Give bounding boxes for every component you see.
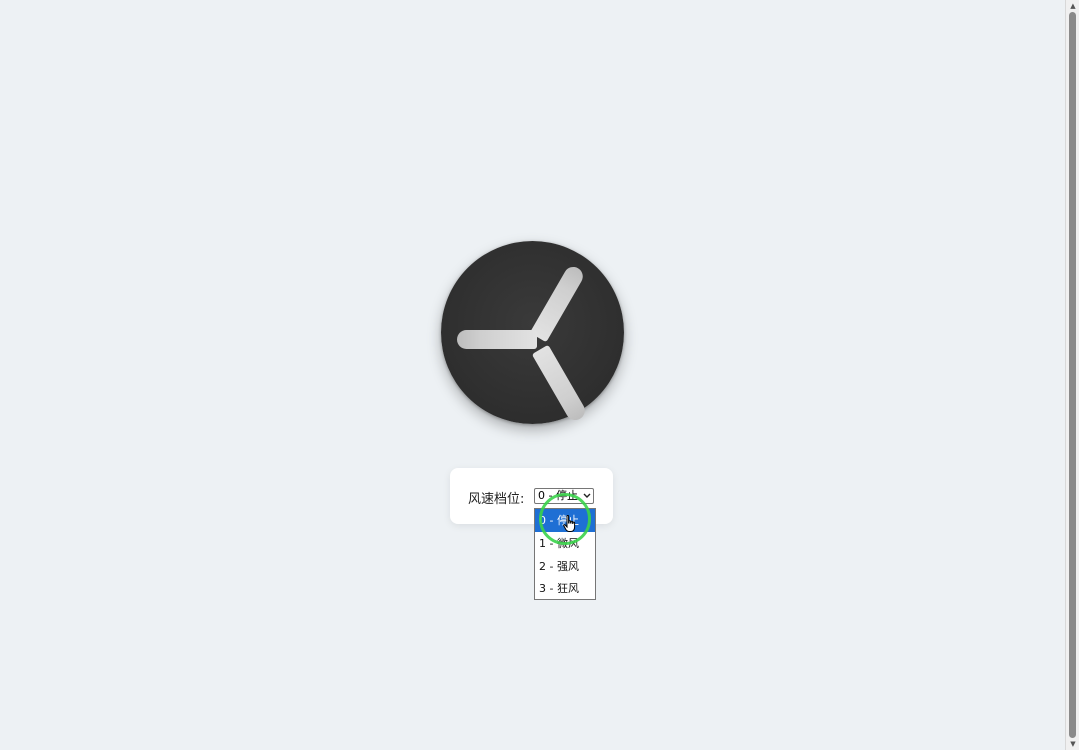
speed-label: 风速档位:: [468, 492, 525, 507]
fan-blade: [531, 344, 589, 424]
page-viewport: 风速档位: 0 - 停止 0 - 停止 1 - 微风 2 - 强风 3 - 狂风: [0, 0, 1065, 750]
scroll-up-arrow-icon[interactable]: ▲: [1068, 1, 1078, 11]
scroll-down-arrow-icon[interactable]: ▼: [1068, 739, 1078, 749]
hand-pointer-icon: [563, 515, 577, 533]
fan-blade: [457, 330, 537, 349]
fan-body: [441, 241, 624, 424]
fan-blade: [529, 263, 587, 343]
scrollbar-thumb[interactable]: [1069, 12, 1076, 738]
vertical-scrollbar[interactable]: ▲ ▼: [1065, 0, 1079, 750]
speed-option-2[interactable]: 2 - 强风: [535, 555, 595, 578]
speed-option-3[interactable]: 3 - 狂风: [535, 577, 595, 600]
